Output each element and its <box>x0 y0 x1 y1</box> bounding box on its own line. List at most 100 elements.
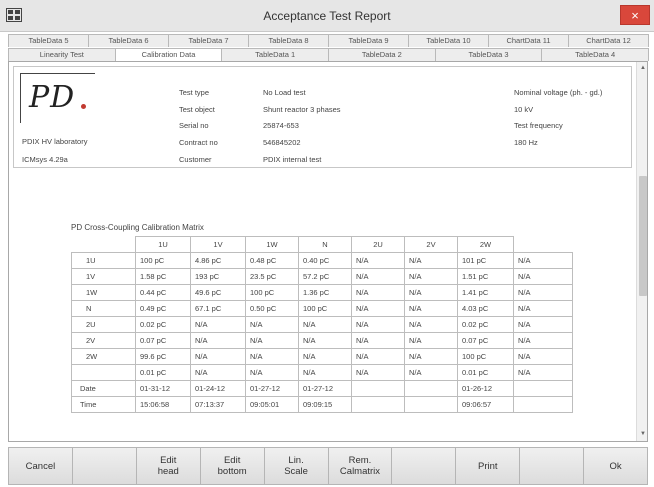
table-cell: N/A <box>298 364 352 381</box>
table-cell: N/A <box>404 364 458 381</box>
tab-chartdata-12[interactable]: ChartData 12 <box>568 34 649 47</box>
table-cell: N/A <box>513 348 573 365</box>
row-label <box>71 364 136 381</box>
edit-bottom-button[interactable]: Edit bottom <box>200 448 265 484</box>
table-cell: N/A <box>190 316 246 333</box>
table-cell: N/A <box>404 268 458 285</box>
table-cell: 1.51 pC <box>457 268 514 285</box>
table-cell: 0.49 pC <box>135 300 191 317</box>
table-cell: 07:13:37 <box>190 396 246 413</box>
row-label: 2W <box>71 348 136 365</box>
tab-row-lower: Linearity Test Calibration Data TableData … <box>8 48 650 61</box>
blank-button-1[interactable] <box>72 448 137 484</box>
table-cell: 0.02 pC <box>135 316 191 333</box>
table-cell: N/A <box>404 300 458 317</box>
scroll-thumb[interactable] <box>639 176 647 296</box>
tab-tabledata-5[interactable]: TableData 5 <box>8 34 89 47</box>
table-cell: N/A <box>190 364 246 381</box>
table-row: Date 01-31-12 01-24-12 01-27-12 01-27-12 01-2… <box>71 380 573 397</box>
table-cell: 09:06:57 <box>457 396 514 413</box>
table-cell: N/A <box>513 316 573 333</box>
field-label: Test type <box>179 88 210 97</box>
table-cell: 09:09:15 <box>298 396 352 413</box>
table-cell <box>513 396 573 413</box>
table-cell: 99.6 pC <box>135 348 191 365</box>
table-cell: N/A <box>351 364 405 381</box>
table-row: 2V 0.07 pC N/A N/A N/A N/A N/A 0.07 pC N/A <box>71 332 573 349</box>
tab-tabledata-9[interactable]: TableData 9 <box>328 34 409 47</box>
table-cell: N/A <box>513 300 573 317</box>
table-cell: 09:05:01 <box>245 396 299 413</box>
table-cell: 4.03 pC <box>457 300 514 317</box>
table-cell: N/A <box>351 332 405 349</box>
table-row: 1V 1.58 pC 193 pC 23.5 pC 57.2 pC N/A N/A 1.51 … <box>71 268 573 285</box>
edit-head-button[interactable]: Edit head <box>136 448 201 484</box>
table-cell <box>513 380 573 397</box>
tab-tabledata-1[interactable]: TableData 1 <box>221 48 330 61</box>
table-cell: N/A <box>351 284 405 301</box>
blank-button-6[interactable] <box>392 448 457 484</box>
table-cell: 4.86 pC <box>190 252 246 269</box>
table-cell: N/A <box>513 268 573 285</box>
table-cell: 1.58 pC <box>135 268 191 285</box>
tab-row-upper: TableData 5 TableData 6 TableData 7 TableDa… <box>8 34 649 47</box>
row-label: 2V <box>71 332 136 349</box>
blank-button-8[interactable] <box>520 448 585 484</box>
lab-name: PDIX HV laboratory <box>22 137 88 146</box>
column-header: 2W <box>457 236 514 253</box>
field-label: Test object <box>179 105 215 114</box>
window-title: Acceptance Test Report <box>263 9 391 23</box>
tab-tabledata-3[interactable]: TableData 3 <box>434 48 543 61</box>
table-cell: N/A <box>351 252 405 269</box>
bottom-toolbar: Cancel Edit head Edit bottom Lin. Scale Rem.… <box>8 447 648 485</box>
table-cell: 23.5 pC <box>245 268 299 285</box>
vertical-scrollbar[interactable]: ▲ ▼ <box>636 62 647 441</box>
table-cell: 0.07 pC <box>135 332 191 349</box>
field-value: No Load test <box>263 88 306 97</box>
tab-tabledata-6[interactable]: TableData 6 <box>88 34 169 47</box>
tab-tabledata-4[interactable]: TableData 4 <box>541 48 650 61</box>
close-button[interactable]: × <box>620 5 650 25</box>
table-cell: 0.01 pC <box>135 364 191 381</box>
table-cell: N/A <box>298 316 352 333</box>
table-cell: 15:06:58 <box>135 396 191 413</box>
ok-button[interactable]: Ok <box>584 448 648 484</box>
table-cell: N/A <box>351 268 405 285</box>
field-label: Customer <box>179 155 212 164</box>
tab-tabledata-2[interactable]: TableData 2 <box>328 48 436 61</box>
table-cell: 0.44 pC <box>135 284 191 301</box>
table-cell: N/A <box>404 252 458 269</box>
scroll-down-arrow-icon[interactable]: ▼ <box>637 428 647 440</box>
table-cell: N/A <box>190 348 246 365</box>
table-cell: 0.01 pC <box>457 364 514 381</box>
table-cell: 0.07 pC <box>457 332 514 349</box>
field-value: PDIX internal test <box>263 155 322 164</box>
tab-tabledata-7[interactable]: TableData 7 <box>168 34 249 47</box>
table-cell: 0.02 pC <box>457 316 514 333</box>
print-button[interactable]: Print <box>456 448 521 484</box>
field-value: 546845202 <box>263 138 301 147</box>
tab-tabledata-10[interactable]: TableData 10 <box>408 34 489 47</box>
table-cell: 1.36 pC <box>298 284 352 301</box>
row-label: 1W <box>71 284 136 301</box>
tab-chartdata-11[interactable]: ChartData 11 <box>488 34 569 47</box>
table-cell: N/A <box>513 284 573 301</box>
table-cell <box>404 380 458 397</box>
table-row: Time 15:06:58 07:13:37 09:05:01 09:09:15 09:0… <box>71 396 573 413</box>
cancel-button[interactable]: Cancel <box>9 448 73 484</box>
lin-scale-button[interactable]: Lin. Scale <box>264 448 329 484</box>
table-cell: N/A <box>404 332 458 349</box>
tab-linearity-test[interactable]: Linearity Test <box>8 48 116 61</box>
table-cell: N/A <box>351 348 405 365</box>
field-value: 25874-653 <box>263 121 299 130</box>
table-cell: N/A <box>513 332 573 349</box>
scroll-up-arrow-icon[interactable]: ▲ <box>637 62 647 74</box>
rem-calmatrix-button[interactable]: Rem. Calmatrix <box>328 448 393 484</box>
row-label: Time <box>71 396 136 413</box>
report-page: PD PDIX HV laboratory ICMsys 4.29a Test … <box>8 61 648 442</box>
tab-calibration-data[interactable]: Calibration Data <box>114 48 223 61</box>
test-frequency-label: Test frequency <box>514 121 563 130</box>
row-label: Date <box>71 380 136 397</box>
report-header: PD PDIX HV laboratory ICMsys 4.29a Test … <box>13 66 632 168</box>
tab-tabledata-8[interactable]: TableData 8 <box>248 34 329 47</box>
